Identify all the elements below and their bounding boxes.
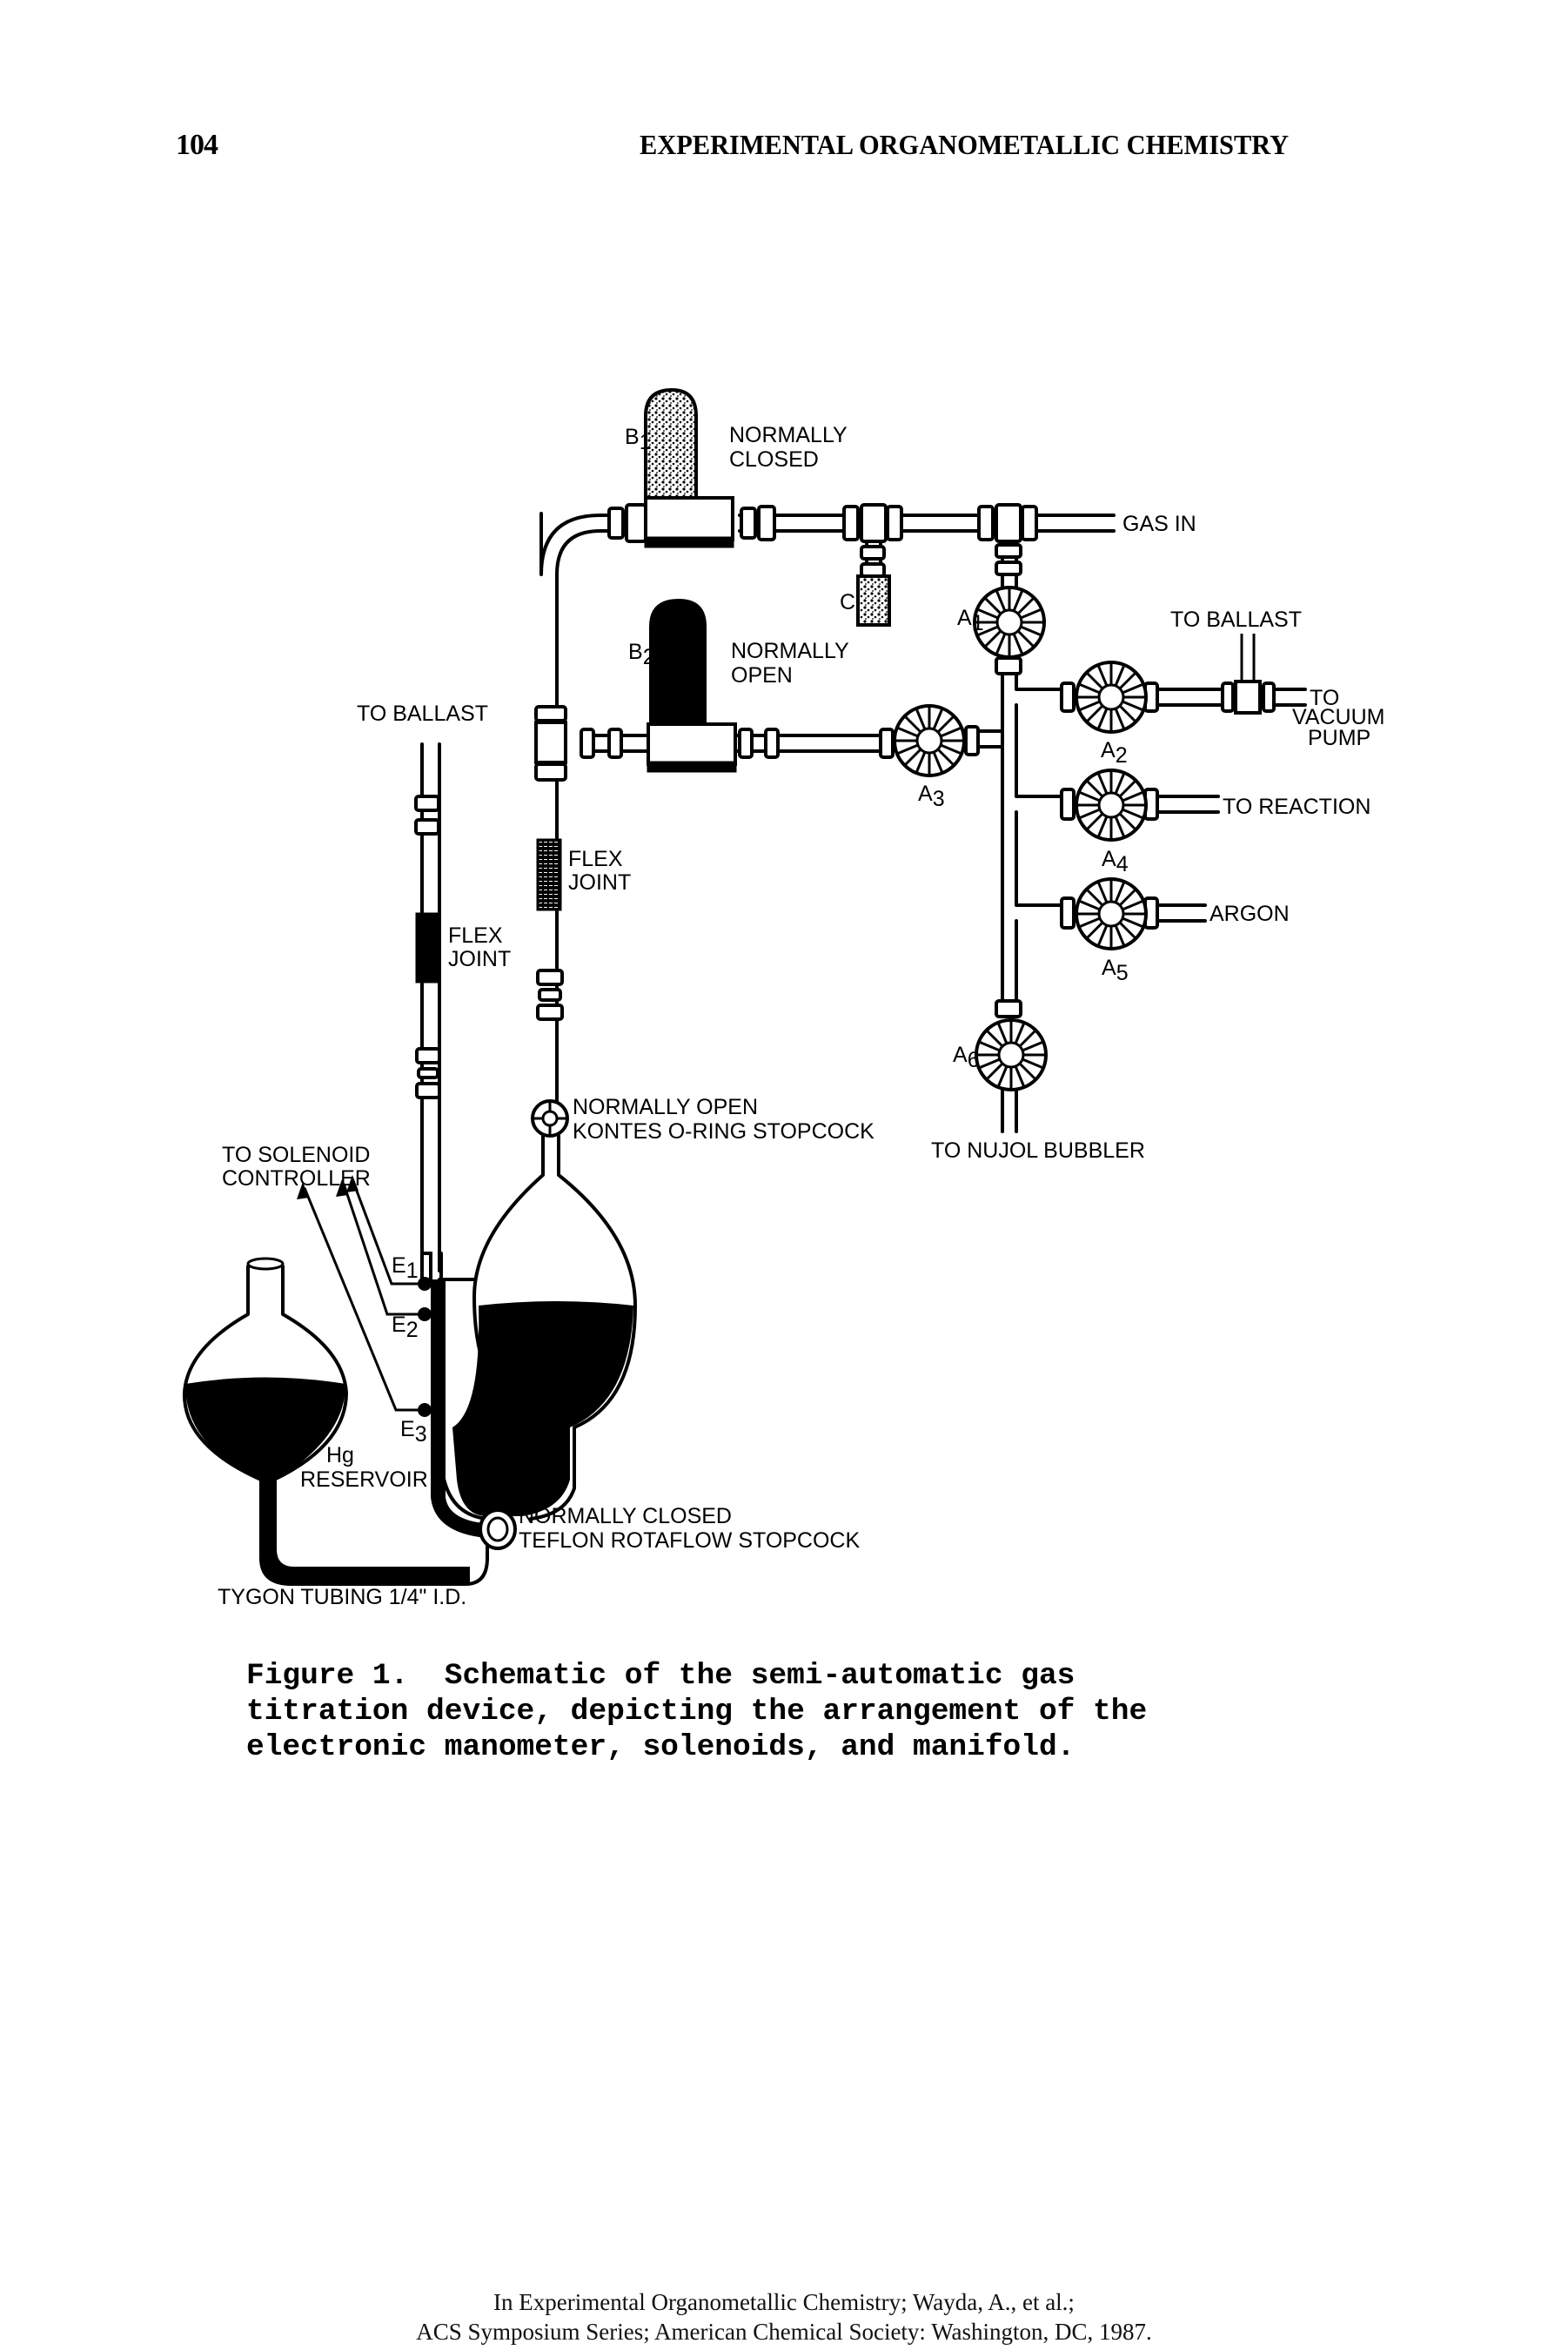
to-reaction-label: TO REACTION [1223, 795, 1370, 819]
a4-label: A4 [1102, 847, 1129, 876]
a6-label: A6 [953, 1043, 980, 1072]
solenoid-line2: CONTROLLER [222, 1166, 371, 1191]
flex-joint-mid-line2: JOINT [568, 870, 631, 895]
flex-joint-left-line1: FLEX [448, 923, 503, 948]
a5-label: A5 [1102, 956, 1129, 985]
flex-joint-mid-line1: FLEX [568, 847, 623, 871]
stopcock-a3 [893, 704, 966, 777]
kontes-stopcock [531, 1099, 569, 1138]
b2-state-line1: NORMALLY [731, 639, 849, 663]
b2-label: B2 [628, 640, 655, 669]
citation-line1: In Experimental Organometallic Chemistry… [493, 2289, 1075, 2315]
e1-label: E1 [392, 1253, 419, 1283]
trap-c [856, 540, 891, 627]
stopcock-a6 [975, 1018, 1048, 1091]
flex-joint-left-line2: JOINT [448, 947, 511, 971]
b1-label: B1 [625, 425, 652, 454]
to-ballast-left-label: TO BALLAST [357, 702, 488, 726]
stopcock-a1 [973, 586, 1046, 659]
kontes-line2: KONTES O-RING STOPCOCK [573, 1119, 874, 1144]
a1-label: A1 [957, 606, 984, 635]
stopcock-a2 [1075, 661, 1148, 734]
rotaflow-line2: TEFLON ROTAFLOW STOPCOCK [519, 1528, 860, 1553]
to-nujol-label: TO NUJOL BUBBLER [931, 1138, 1145, 1163]
citation-line2: ACS Symposium Series; American Chemical … [416, 2319, 1152, 2345]
hg-line1: Hg [326, 1443, 354, 1467]
stopcock-a5 [1075, 877, 1148, 950]
gas-in-label: GAS IN [1122, 512, 1196, 536]
gas-titration-schematic: GAS IN B1 NORMALLY CLOSED C A1 A2 TO BAL… [182, 387, 1384, 1609]
solenoid-line1: TO SOLENOID [222, 1143, 370, 1167]
left-column [414, 742, 441, 1272]
trap-b1 [644, 387, 734, 548]
b2-state-line2: OPEN [731, 663, 793, 688]
rotaflow-stopcock [479, 1508, 517, 1550]
kontes-line1: NORMALLY OPEN [573, 1095, 758, 1119]
argon-label: ARGON [1210, 902, 1290, 926]
hg-line2: RESERVOIR [300, 1467, 428, 1492]
stopcock-a4 [1075, 769, 1148, 842]
rotaflow-line1: NORMALLY CLOSED [519, 1504, 732, 1528]
tygon-label: TYGON TUBING 1/4" I.D. [218, 1585, 466, 1609]
c-label: C [840, 590, 855, 614]
e3-label: E3 [400, 1417, 427, 1447]
a3-label: A3 [918, 782, 945, 811]
a2-label: A2 [1101, 738, 1128, 768]
manometer-bulb [420, 1134, 637, 1539]
e2-label: E2 [392, 1313, 419, 1342]
b1-state-line2: CLOSED [729, 447, 819, 472]
citation-footer: In Experimental Organometallic Chemistry… [0, 2287, 1568, 2347]
b1-state-line1: NORMALLY [729, 423, 848, 447]
to-vacuum-line3: PUMP [1308, 726, 1370, 750]
to-ballast-right-label: TO BALLAST [1170, 608, 1302, 632]
figure-caption: Figure 1. Schematic of the semi-automati… [246, 1659, 1148, 1764]
